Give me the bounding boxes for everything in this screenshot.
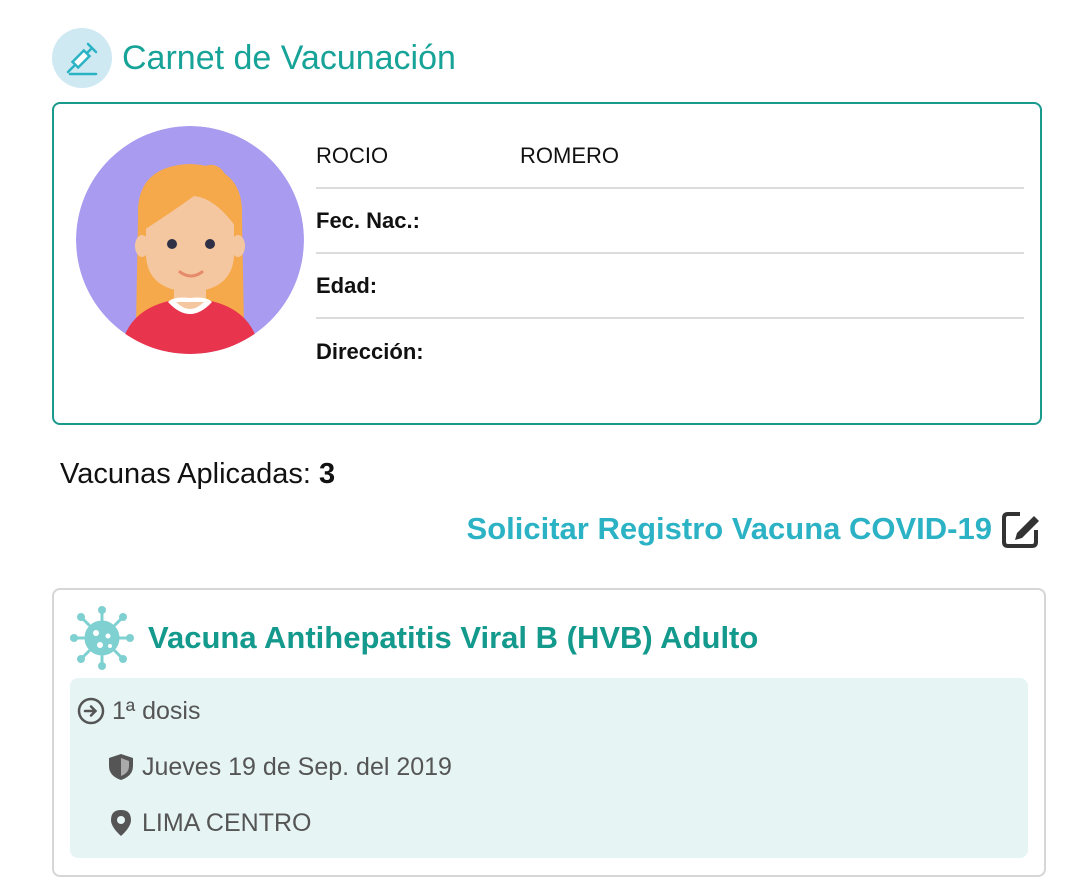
dose-location-row: LIMA CENTRO [106, 808, 311, 838]
age-label: Edad: [316, 272, 378, 298]
vaccine-header: Vacuna Antihepatitis Viral B (HVB) Adult… [70, 606, 758, 670]
name-row: ROCIO ROMERO [316, 124, 1024, 189]
vaccine-card: Vacuna Antihepatitis Viral B (HVB) Adult… [52, 588, 1046, 877]
address-row: Dirección: [316, 319, 1024, 384]
birth-date-row: Fec. Nac.: [316, 189, 1024, 254]
first-name: ROCIO [316, 142, 389, 168]
covid-link-label[interactable]: Solicitar Registro Vacuna COVID-19 [467, 511, 992, 547]
birth-date-label: Fec. Nac.: [316, 207, 420, 233]
dose-number: 1ª dosis [112, 696, 201, 725]
avatar [76, 126, 304, 354]
covid-registration-link[interactable]: Solicitar Registro Vacuna COVID-19 [467, 508, 1042, 550]
applied-label: Vacunas Aplicadas: [60, 458, 311, 490]
age-row: Edad: [316, 254, 1024, 319]
patient-info: ROCIO ROMERO Fec. Nac.: Edad: Dirección: [316, 124, 1024, 384]
dose-date-row: Jueves 19 de Sep. del 2019 [106, 752, 452, 782]
page-header: Carnet de Vacunación [52, 28, 456, 88]
dose-date: Jueves 19 de Sep. del 2019 [142, 752, 452, 781]
syringe-icon [52, 28, 112, 88]
applied-count: 3 [319, 458, 336, 490]
edit-icon[interactable] [1000, 508, 1042, 550]
address-label: Dirección: [316, 338, 424, 364]
vaccine-title: Vacuna Antihepatitis Viral B (HVB) Adult… [148, 620, 759, 655]
map-pin-icon [106, 808, 136, 838]
profile-card: ROCIO ROMERO Fec. Nac.: Edad: Dirección: [52, 102, 1042, 425]
applied-vaccines-summary: Vacunas Aplicadas: 3 [60, 458, 335, 491]
virus-icon [70, 606, 134, 670]
last-name: ROMERO [520, 142, 619, 168]
page-title: Carnet de Vacunación [122, 38, 456, 77]
dose-details: 1ª dosis Jueves 19 de Sep. del 2019 LIMA… [70, 678, 1028, 858]
shield-icon [106, 752, 136, 782]
arrow-circle-icon [76, 696, 106, 726]
dose-number-row: 1ª dosis [76, 696, 200, 726]
dose-location: LIMA CENTRO [142, 808, 312, 837]
